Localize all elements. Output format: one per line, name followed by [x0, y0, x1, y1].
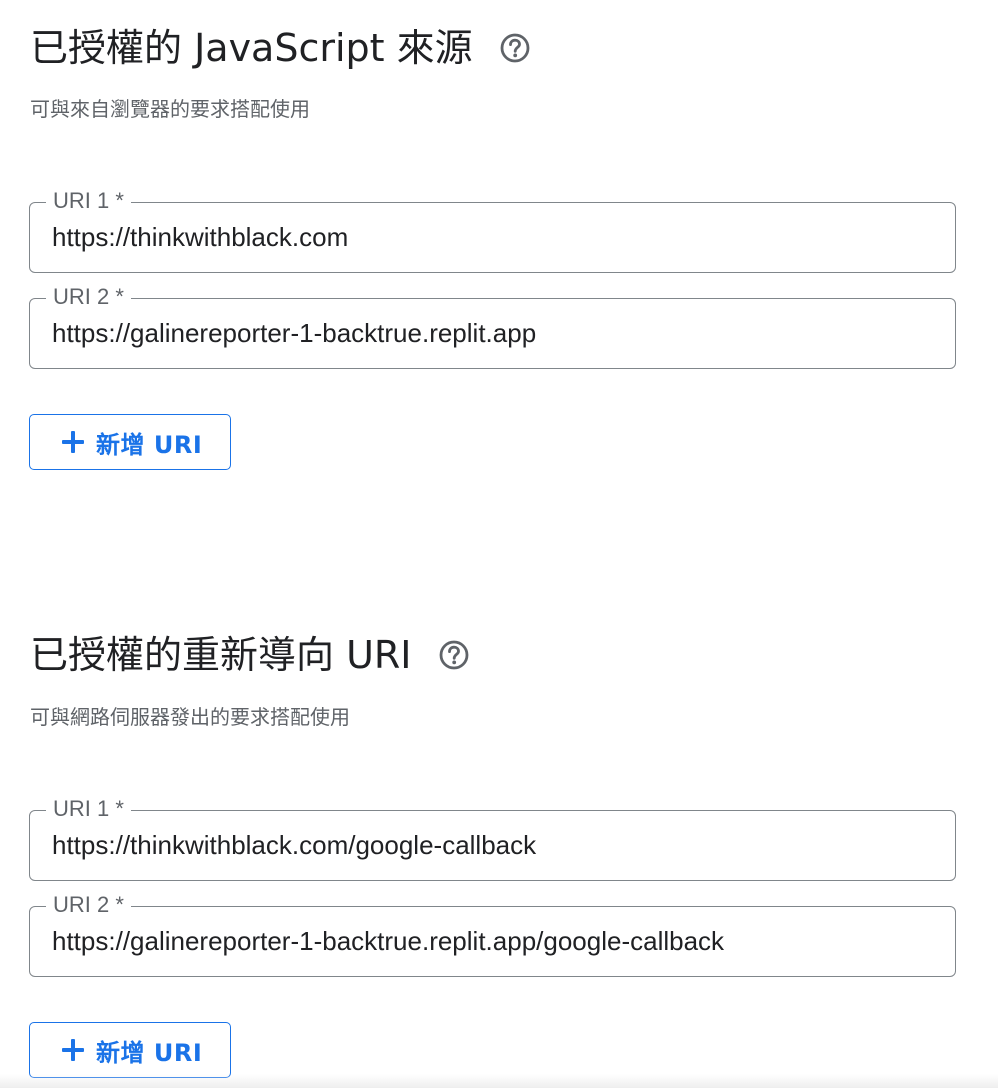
js-origin-uri-2-field[interactable]: URI 2 *	[29, 284, 956, 369]
add-redirect-uri-button-label: 新增 URI	[96, 1038, 203, 1067]
bottom-scroll-fade	[0, 1074, 998, 1088]
js-origins-title-text: 已授權的 JavaScript 來源	[30, 26, 473, 70]
add-redirect-uri-button[interactable]: 新增 URI	[29, 1022, 231, 1078]
js-origins-description: 可與來自瀏覽器的要求搭配使用	[30, 97, 310, 121]
redirect-uri-1-input[interactable]	[52, 826, 932, 864]
js-origin-uri-1-label: URI 1 *	[46, 188, 131, 214]
redirect-uri-1-field[interactable]: URI 1 *	[29, 796, 956, 881]
add-js-origin-uri-button[interactable]: 新增 URI	[29, 414, 231, 470]
js-origin-uri-2-label: URI 2 *	[46, 284, 131, 310]
js-origins-title: 已授權的 JavaScript 來源	[30, 24, 531, 72]
help-icon[interactable]	[499, 32, 531, 64]
redirect-uri-2-input[interactable]	[52, 922, 932, 960]
redirect-uris-title-text: 已授權的重新導向 URI	[30, 633, 412, 677]
redirect-uri-2-field[interactable]: URI 2 *	[29, 892, 956, 977]
redirect-uris-description: 可與網路伺服器發出的要求搭配使用	[30, 705, 350, 729]
add-js-origin-uri-button-label: 新增 URI	[96, 430, 203, 459]
js-origin-uri-1-input[interactable]	[52, 218, 932, 256]
js-origin-uri-1-field[interactable]: URI 1 *	[29, 188, 956, 273]
plus-icon	[60, 1037, 86, 1063]
js-origin-uri-2-input[interactable]	[52, 314, 932, 352]
redirect-uri-2-label: URI 2 *	[46, 892, 131, 918]
redirect-uri-1-label: URI 1 *	[46, 796, 131, 822]
help-icon[interactable]	[438, 639, 470, 671]
redirect-uris-title: 已授權的重新導向 URI	[30, 631, 470, 679]
plus-icon	[60, 429, 86, 455]
